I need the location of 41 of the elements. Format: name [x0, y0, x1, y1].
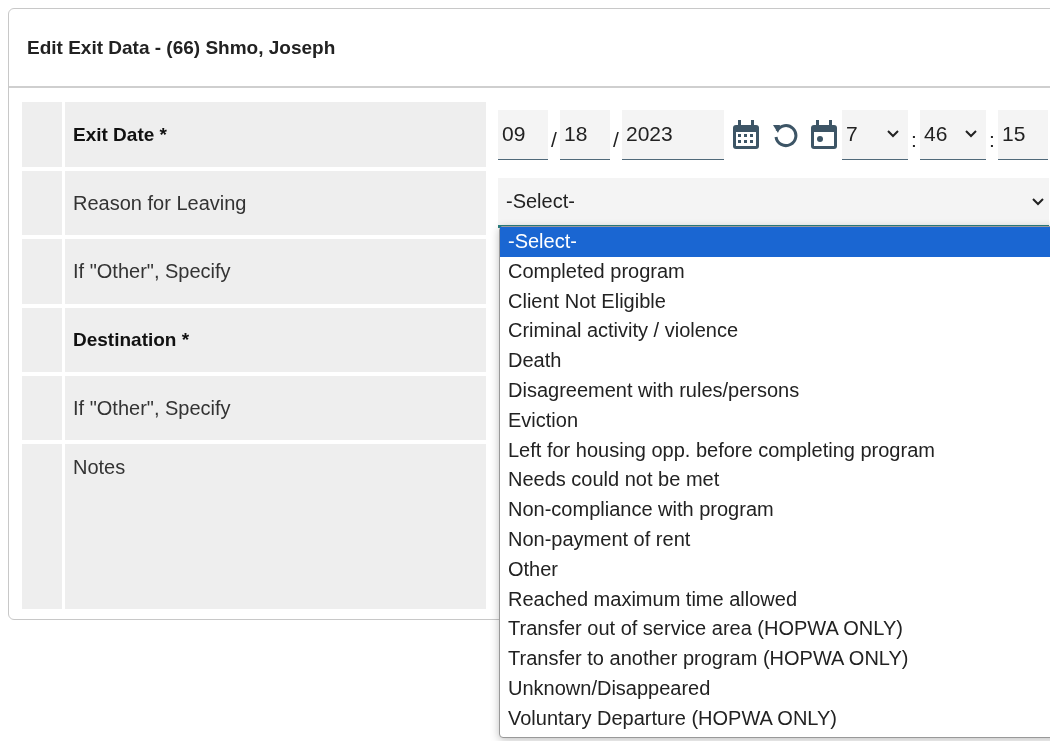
- dropdown-option[interactable]: Non-compliance with program: [500, 495, 1050, 525]
- calendar-icon[interactable]: [810, 119, 838, 150]
- dropdown-option[interactable]: Criminal activity / violence: [500, 316, 1050, 347]
- month-field[interactable]: 09: [498, 109, 548, 160]
- dropdown-option[interactable]: Transfer to another program (HOPWA ONLY): [500, 644, 1050, 674]
- time-separator: :: [988, 127, 996, 153]
- dropdown-option[interactable]: -Select-: [500, 227, 1050, 257]
- chevron-down-icon: [886, 129, 900, 139]
- date-separator: /: [550, 127, 558, 153]
- dropdown-option[interactable]: Transfer out of service area (HOPWA ONLY): [500, 614, 1050, 645]
- chevron-down-icon: [964, 129, 978, 139]
- second-field[interactable]: 15: [998, 109, 1048, 160]
- field-label: Notes: [73, 456, 126, 479]
- dropdown-option[interactable]: Needs could not be met: [500, 465, 1050, 496]
- time-separator: :: [910, 127, 918, 153]
- field-label: If "Other", Specify: [73, 396, 231, 420]
- field-label: Destination *: [73, 329, 190, 351]
- dialog-title: Edit Exit Data - (66) Shmo, Joseph: [27, 36, 336, 59]
- field-label: If "Other", Specify: [73, 260, 231, 283]
- dropdown-option[interactable]: Completed program: [500, 256, 1050, 287]
- year-field[interactable]: 2023: [622, 109, 724, 160]
- dropdown-option[interactable]: Client Not Eligible: [500, 286, 1050, 317]
- date-separator: /: [612, 127, 620, 153]
- day-field[interactable]: 18: [560, 109, 610, 160]
- reset-icon[interactable]: [772, 121, 798, 148]
- minute-select[interactable]: 46: [920, 109, 986, 160]
- dropdown-option[interactable]: Voluntary Departure (HOPWA ONLY): [500, 703, 1050, 734]
- dropdown-option[interactable]: Disagreement with rules/persons: [500, 376, 1050, 406]
- dropdown-option[interactable]: Non-payment of rent: [500, 524, 1050, 555]
- dropdown-option[interactable]: Death: [500, 346, 1050, 376]
- chevron-down-icon: [1031, 196, 1045, 207]
- dropdown-option[interactable]: Other: [500, 554, 1050, 585]
- dropdown-option[interactable]: Reached maximum time allowed: [500, 584, 1050, 615]
- dropdown-option[interactable]: Left for housing opp. before completing program: [500, 435, 1050, 466]
- dropdown-option[interactable]: Eviction: [500, 405, 1050, 436]
- field-label: Exit Date *: [73, 123, 167, 146]
- dropdown-option[interactable]: Unknown/Disappeared: [500, 673, 1050, 704]
- hour-select[interactable]: 7: [842, 109, 908, 160]
- field-label: Reason for Leaving: [73, 191, 247, 215]
- calendar-icon[interactable]: [732, 119, 760, 150]
- reason-select[interactable]: -Select-: [498, 178, 1049, 228]
